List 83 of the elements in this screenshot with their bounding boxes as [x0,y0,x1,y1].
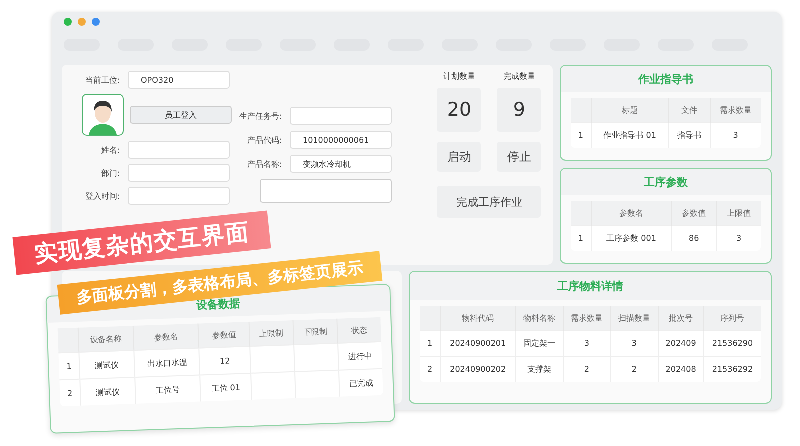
action-button[interactable]: 启动 [437,142,482,172]
table-cell [250,344,295,374]
field-label: 部门: [100,168,120,178]
table-cell: 1 [570,226,592,251]
login-button[interactable]: 员工登入 [130,106,232,124]
field-label: 产品名称: [246,158,282,170]
table-cell: 指导书 [668,122,710,148]
table-cell: 工位 01 [200,373,252,402]
column-header: 序列号 [704,306,761,330]
column-header: 标题 [591,98,669,122]
counter-value: 9 [497,88,542,132]
card-title: 工序参数 [644,174,688,190]
table-cell: 2 [610,356,658,382]
table-cell: 1 [570,122,592,148]
counter-label: 完成数量 [503,71,536,82]
input-field[interactable]: 变频水冷却机 [290,155,392,173]
column-header: 参数名 [591,201,672,226]
table-cell [294,343,339,372]
field-label: 产品代码: [246,134,282,146]
table-cell: 202409 [658,330,704,356]
card-title: 作业指导书 [638,72,694,86]
table-cell: 2 [60,379,82,407]
table-cell: 86 [672,226,717,251]
table-cell: 3 [716,226,761,251]
table-cell: 测试仪 [80,378,136,406]
column-header: 物料名称 [516,306,564,330]
window-dot-icon[interactable] [78,18,86,26]
table-cell: 进行中 [338,342,382,370]
column-header: 物料代码 [440,306,516,330]
table-cell: 2 [420,356,440,382]
finish-button[interactable]: 完成工序作业 [437,186,542,218]
action-button[interactable]: 停止 [497,142,542,172]
table-cell: 20240900201 [440,330,516,356]
input-field[interactable] [128,187,230,205]
counter-label: 计划数量 [443,71,476,82]
column-header: 参数值 [672,201,717,226]
input-field[interactable] [128,164,230,182]
column-header: 文件 [668,98,710,122]
workstation-field[interactable]: OPO320 [128,71,230,89]
column-header: 参数值 [198,322,250,348]
table-cell: 21536290 [704,330,761,356]
column-header: 参数名 [133,324,200,351]
input-field[interactable]: 1010000000061 [290,131,392,149]
counter-value: 20 [437,88,482,132]
table-cell: 固定架一 [516,330,564,356]
table-cell: 工位号 [134,375,202,404]
table-cell: 20240900202 [440,356,516,382]
table-cell: 3 [563,330,611,356]
input-field[interactable] [128,141,230,159]
table-cell: 出水口水温 [134,348,200,378]
table-cell: 3 [710,122,761,148]
table-cell: 支撑架 [516,356,564,382]
column-header: 批次号 [658,306,704,330]
column-header: 需求数量 [710,98,761,122]
window-dot-icon[interactable] [64,18,72,26]
table-cell: 已完成 [338,368,384,397]
column-header: 需求数量 [563,306,611,330]
table-cell: 3 [610,330,658,356]
text-area[interactable] [260,179,392,203]
field-label: 登入时间: [84,190,120,202]
table-cell: 工序参数 001 [591,226,672,251]
table-cell: 2 [563,356,611,382]
column-header: 下限制 [293,318,338,345]
field-label: 生产任务号: [238,110,282,122]
table-cell: 12 [199,346,251,376]
column-header: 状态 [337,317,382,344]
column-header: 上限制 [249,320,294,346]
field-label: 姓名: [100,144,120,156]
table-cell: 作业指导书 01 [591,122,669,148]
avatar-icon [82,94,124,136]
card-title: 设备数据 [196,296,241,312]
column-header: 设备名称 [78,326,134,352]
table-cell: 1 [58,352,80,380]
card-title: 工序物料详情 [558,278,624,294]
table-cell: 1 [420,330,440,356]
window-dot-icon[interactable] [92,18,100,26]
table-cell: 测试仪 [79,350,135,380]
input-field[interactable] [290,107,392,125]
column-header: 上限值 [716,201,761,226]
table-cell: 21536292 [704,356,761,382]
column-header: 扫描数量 [610,306,658,330]
field-label: 当前工位: [84,74,120,86]
table-cell: 202408 [658,356,704,382]
